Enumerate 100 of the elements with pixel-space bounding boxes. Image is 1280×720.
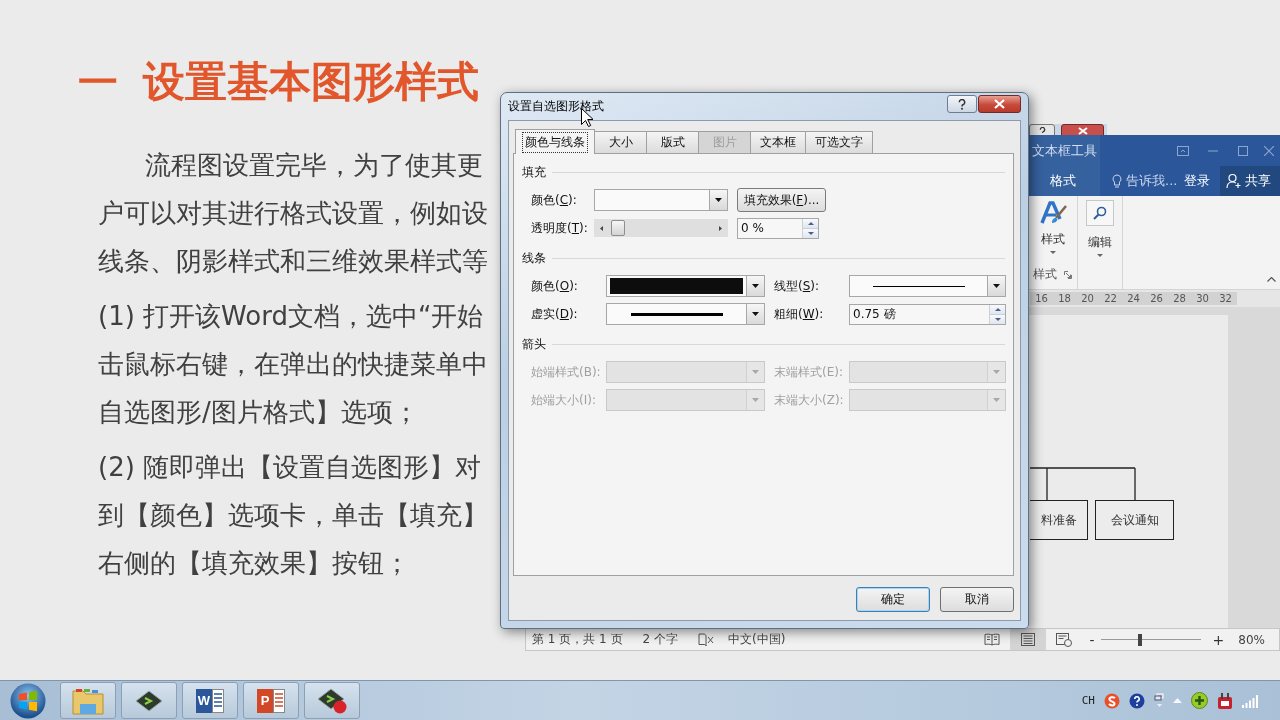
dialog-button[interactable]: 取消 xyxy=(940,587,1014,612)
arrow-up-icon[interactable] xyxy=(994,307,1001,311)
dialog-launcher-button[interactable] xyxy=(1064,270,1072,279)
taskbar-button[interactable] xyxy=(121,682,177,719)
maximize-icon xyxy=(1238,145,1248,156)
ribbon-display-icon xyxy=(1177,145,1189,156)
paragraph-line: 户可以对其进行格式设置，例如设 xyxy=(98,197,488,230)
app-logo: P xyxy=(257,688,273,713)
caret-down-icon xyxy=(752,370,759,374)
help-button[interactable] xyxy=(1029,124,1055,136)
arrow-left-icon[interactable] xyxy=(600,225,603,231)
ruler-number: 24 xyxy=(1126,293,1141,304)
caret-down-icon xyxy=(715,198,722,202)
start-button[interactable] xyxy=(9,681,47,720)
window-pair-icon[interactable] xyxy=(1154,692,1164,709)
close-icon xyxy=(1264,145,1274,156)
tab[interactable]: 大小 xyxy=(594,131,647,153)
chevron-up-icon xyxy=(1267,277,1276,282)
ruler-number: 28 xyxy=(1172,293,1187,304)
view-button[interactable] xyxy=(1009,629,1046,650)
help-button[interactable] xyxy=(947,95,977,113)
arrow-right-icon[interactable] xyxy=(719,225,722,231)
section-heading: 箭头 xyxy=(522,335,546,353)
tab[interactable]: 版式 xyxy=(646,131,699,153)
dropdown-field[interactable] xyxy=(849,275,1006,297)
field-label: 粗细(W): xyxy=(774,305,825,323)
field-label: 颜色(O): xyxy=(531,277,579,295)
ruler-number: 26 xyxy=(1149,293,1164,304)
ruler-number: 32 xyxy=(1218,293,1233,304)
group-label: 样式 xyxy=(1033,266,1057,283)
taskbar-button[interactable]: W xyxy=(182,682,238,719)
caret-down-icon xyxy=(1049,251,1056,254)
editing-button[interactable]: 编辑 xyxy=(1086,200,1114,257)
tell-me-button[interactable]: 告诉我... xyxy=(1112,166,1178,196)
close-button[interactable] xyxy=(978,95,1021,113)
search-icon xyxy=(1093,206,1107,220)
tab[interactable]: 可选文字 xyxy=(805,131,873,153)
tab[interactable]: 文本框 xyxy=(750,131,806,153)
collapse-ribbon-button[interactable] xyxy=(1267,277,1276,282)
caret-down-icon xyxy=(993,370,1000,374)
section-heading: 填充 xyxy=(522,163,546,181)
paragraph-line: 到【颜色】选项卡，单击【填充】 xyxy=(98,499,488,532)
flowchart-node: 料准备 xyxy=(1030,500,1088,540)
folder-icon xyxy=(72,686,104,715)
close-button[interactable] xyxy=(1061,124,1104,136)
language-indicator[interactable]: 中文(中国) xyxy=(728,631,786,648)
caret-down-icon xyxy=(752,398,759,402)
word-count: 2 个字 xyxy=(642,631,678,648)
plug-icon[interactable] xyxy=(1217,691,1233,710)
zoom-in-button[interactable]: + xyxy=(1210,631,1227,648)
arrow-up-icon[interactable] xyxy=(807,221,814,225)
web-page-icon xyxy=(1055,632,1072,647)
minimize-icon xyxy=(1208,149,1218,152)
close-icon xyxy=(994,99,1005,109)
input-language-indicator[interactable]: CH xyxy=(1081,694,1095,707)
book-icon[interactable] xyxy=(698,632,714,647)
lightbulb-icon xyxy=(1112,173,1122,189)
ruler-number: 20 xyxy=(1080,293,1095,304)
caret-down-icon xyxy=(1097,254,1103,257)
dropdown-field[interactable] xyxy=(606,303,765,325)
dialog-button[interactable]: 确定 xyxy=(856,587,930,612)
zoom-slider-thumb[interactable] xyxy=(1138,633,1143,646)
dropdown-field[interactable] xyxy=(606,275,765,297)
spin-field[interactable]: 0 % xyxy=(737,217,819,239)
zoom-level[interactable]: 80% xyxy=(1238,632,1265,647)
field-label: 末端样式(E): xyxy=(774,363,844,381)
caret-down-icon xyxy=(752,284,759,288)
help-icon[interactable] xyxy=(1129,692,1145,709)
slider[interactable] xyxy=(594,219,728,237)
console-icon xyxy=(134,688,164,713)
page-count: 第 1 页，共 1 页 xyxy=(532,631,623,648)
dropdown-field[interactable] xyxy=(594,189,728,211)
flowchart-node: 会议通知 xyxy=(1095,500,1174,540)
field-label: 末端大小(Z): xyxy=(774,391,845,409)
plus-circle-icon[interactable] xyxy=(1191,692,1208,709)
slider-thumb[interactable] xyxy=(611,220,625,236)
arrow-down-icon[interactable] xyxy=(994,317,1001,321)
line-sample-icon xyxy=(872,285,965,287)
input-method-icon[interactable] xyxy=(1104,692,1120,709)
tab[interactable]: 颜色与线条 xyxy=(515,129,595,154)
paragraph-line: 自选图形/图片格式】选项； xyxy=(98,396,419,429)
arrow-down-icon[interactable] xyxy=(807,231,814,235)
sign-in-link[interactable]: 登录 xyxy=(1184,166,1210,196)
field-label: 始端样式(B): xyxy=(531,363,602,381)
section-heading: 线条 xyxy=(522,249,546,267)
field-label: 透明度(T): xyxy=(531,219,589,237)
dialog-button[interactable]: 填充效果(F)... xyxy=(737,188,826,212)
page-lines-icon xyxy=(273,688,285,713)
taskbar-button[interactable] xyxy=(304,682,360,719)
paragraph-line: 击鼠标右键，在弹出的快捷菜单中 xyxy=(98,348,488,381)
spin-field[interactable]: 0.75 磅 xyxy=(849,303,1006,325)
page-lines-icon xyxy=(212,688,224,713)
console-alert-icon xyxy=(316,687,348,714)
ruler-number: 22 xyxy=(1103,293,1118,304)
zoom-out-button[interactable]: - xyxy=(1087,631,1097,648)
paragraph-line: (1) 打开该Word文档，选中“开始 xyxy=(98,300,484,333)
share-button[interactable]: 共享 xyxy=(1220,166,1280,196)
close-icon xyxy=(1077,127,1088,135)
styles-button[interactable]: 样式 xyxy=(1028,200,1077,254)
taskbar-button[interactable]: P xyxy=(243,682,299,719)
